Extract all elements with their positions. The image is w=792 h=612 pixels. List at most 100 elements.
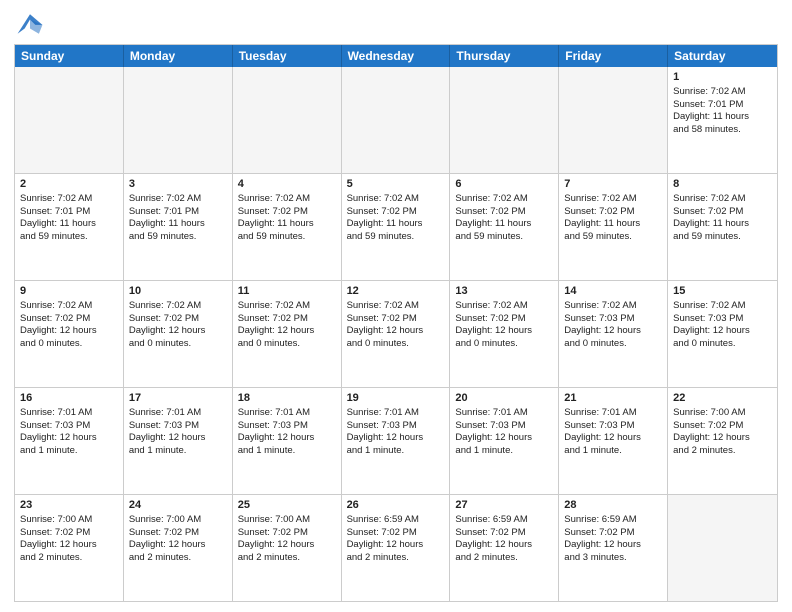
day-info-line: Daylight: 12 hours xyxy=(347,539,445,552)
day-info-line: Daylight: 12 hours xyxy=(455,539,553,552)
day-cell-8: 8Sunrise: 7:02 AMSunset: 7:02 PMDaylight… xyxy=(668,174,777,280)
day-info-line: Sunset: 7:02 PM xyxy=(673,206,772,219)
day-info-line: Sunrise: 7:02 AM xyxy=(238,193,336,206)
calendar-header: SundayMondayTuesdayWednesdayThursdayFrid… xyxy=(15,45,777,67)
day-info-line: Sunrise: 7:02 AM xyxy=(673,193,772,206)
day-cell-3: 3Sunrise: 7:02 AMSunset: 7:01 PMDaylight… xyxy=(124,174,233,280)
day-cell-10: 10Sunrise: 7:02 AMSunset: 7:02 PMDayligh… xyxy=(124,281,233,387)
day-number: 28 xyxy=(564,498,662,513)
day-info-line: Sunrise: 7:02 AM xyxy=(129,300,227,313)
day-info-line: Sunrise: 6:59 AM xyxy=(455,514,553,527)
weekday-header-wednesday: Wednesday xyxy=(342,45,451,67)
day-info-line: Daylight: 11 hours xyxy=(20,218,118,231)
day-info-line: Sunrise: 7:02 AM xyxy=(347,193,445,206)
day-info-line: Sunrise: 7:02 AM xyxy=(129,193,227,206)
day-info-line: Sunrise: 7:00 AM xyxy=(673,407,772,420)
day-info-line: Sunset: 7:02 PM xyxy=(673,420,772,433)
day-info-line: Sunrise: 7:02 AM xyxy=(455,300,553,313)
day-cell-17: 17Sunrise: 7:01 AMSunset: 7:03 PMDayligh… xyxy=(124,388,233,494)
day-info-line: Daylight: 11 hours xyxy=(673,218,772,231)
day-info-line: and 0 minutes. xyxy=(129,338,227,351)
day-info-line: Sunrise: 7:01 AM xyxy=(238,407,336,420)
day-info-line: Sunset: 7:03 PM xyxy=(20,420,118,433)
day-info-line: Daylight: 12 hours xyxy=(238,325,336,338)
empty-cell xyxy=(233,67,342,173)
day-info-line: Sunset: 7:02 PM xyxy=(347,206,445,219)
day-cell-12: 12Sunrise: 7:02 AMSunset: 7:02 PMDayligh… xyxy=(342,281,451,387)
day-number: 3 xyxy=(129,177,227,192)
day-info-line: Daylight: 12 hours xyxy=(347,432,445,445)
day-info-line: and 0 minutes. xyxy=(564,338,662,351)
day-info-line: Sunrise: 7:02 AM xyxy=(20,193,118,206)
day-info-line: Sunrise: 7:00 AM xyxy=(129,514,227,527)
day-number: 7 xyxy=(564,177,662,192)
day-number: 25 xyxy=(238,498,336,513)
weekday-header-tuesday: Tuesday xyxy=(233,45,342,67)
day-info-line: and 59 minutes. xyxy=(129,231,227,244)
day-cell-25: 25Sunrise: 7:00 AMSunset: 7:02 PMDayligh… xyxy=(233,495,342,601)
weekday-header-friday: Friday xyxy=(559,45,668,67)
day-info-line: and 2 minutes. xyxy=(20,552,118,565)
day-number: 6 xyxy=(455,177,553,192)
day-info-line: Sunrise: 7:02 AM xyxy=(347,300,445,313)
day-info-line: and 59 minutes. xyxy=(564,231,662,244)
day-number: 8 xyxy=(673,177,772,192)
day-number: 20 xyxy=(455,391,553,406)
week-row-5: 23Sunrise: 7:00 AMSunset: 7:02 PMDayligh… xyxy=(15,494,777,601)
day-info-line: and 2 minutes. xyxy=(129,552,227,565)
day-number: 12 xyxy=(347,284,445,299)
day-info-line: Sunset: 7:03 PM xyxy=(564,420,662,433)
day-info-line: Sunset: 7:03 PM xyxy=(238,420,336,433)
day-cell-4: 4Sunrise: 7:02 AMSunset: 7:02 PMDaylight… xyxy=(233,174,342,280)
day-info-line: Sunrise: 7:02 AM xyxy=(673,300,772,313)
day-info-line: Daylight: 11 hours xyxy=(347,218,445,231)
day-info-line: Daylight: 12 hours xyxy=(564,539,662,552)
day-info-line: Sunrise: 7:02 AM xyxy=(564,300,662,313)
day-info-line: Daylight: 12 hours xyxy=(20,539,118,552)
day-info-line: Daylight: 11 hours xyxy=(455,218,553,231)
day-info-line: Sunset: 7:01 PM xyxy=(20,206,118,219)
day-info-line: and 0 minutes. xyxy=(455,338,553,351)
day-cell-14: 14Sunrise: 7:02 AMSunset: 7:03 PMDayligh… xyxy=(559,281,668,387)
day-info-line: Daylight: 11 hours xyxy=(564,218,662,231)
day-number: 26 xyxy=(347,498,445,513)
day-cell-22: 22Sunrise: 7:00 AMSunset: 7:02 PMDayligh… xyxy=(668,388,777,494)
week-row-1: 1Sunrise: 7:02 AMSunset: 7:01 PMDaylight… xyxy=(15,67,777,173)
day-cell-28: 28Sunrise: 6:59 AMSunset: 7:02 PMDayligh… xyxy=(559,495,668,601)
day-number: 22 xyxy=(673,391,772,406)
day-info-line: Sunrise: 7:00 AM xyxy=(20,514,118,527)
day-cell-20: 20Sunrise: 7:01 AMSunset: 7:03 PMDayligh… xyxy=(450,388,559,494)
day-info-line: and 59 minutes. xyxy=(238,231,336,244)
day-number: 16 xyxy=(20,391,118,406)
day-number: 13 xyxy=(455,284,553,299)
day-info-line: Sunset: 7:03 PM xyxy=(673,313,772,326)
day-info-line: Sunset: 7:02 PM xyxy=(20,313,118,326)
day-info-line: Sunset: 7:01 PM xyxy=(673,99,772,112)
day-info-line: and 1 minute. xyxy=(564,445,662,458)
day-info-line: Daylight: 12 hours xyxy=(20,432,118,445)
week-row-2: 2Sunrise: 7:02 AMSunset: 7:01 PMDaylight… xyxy=(15,173,777,280)
empty-cell xyxy=(342,67,451,173)
logo-icon xyxy=(14,10,46,38)
day-info-line: Daylight: 12 hours xyxy=(129,539,227,552)
day-number: 2 xyxy=(20,177,118,192)
day-info-line: Sunrise: 7:02 AM xyxy=(238,300,336,313)
day-number: 15 xyxy=(673,284,772,299)
day-number: 23 xyxy=(20,498,118,513)
weekday-header-thursday: Thursday xyxy=(450,45,559,67)
day-cell-2: 2Sunrise: 7:02 AMSunset: 7:01 PMDaylight… xyxy=(15,174,124,280)
calendar: SundayMondayTuesdayWednesdayThursdayFrid… xyxy=(14,44,778,602)
day-info-line: Daylight: 11 hours xyxy=(129,218,227,231)
day-info-line: Sunrise: 7:01 AM xyxy=(20,407,118,420)
day-number: 5 xyxy=(347,177,445,192)
day-info-line: Daylight: 11 hours xyxy=(238,218,336,231)
day-number: 21 xyxy=(564,391,662,406)
day-number: 24 xyxy=(129,498,227,513)
day-info-line: Sunset: 7:02 PM xyxy=(564,527,662,540)
day-cell-24: 24Sunrise: 7:00 AMSunset: 7:02 PMDayligh… xyxy=(124,495,233,601)
day-info-line: Sunrise: 7:02 AM xyxy=(20,300,118,313)
day-info-line: Sunset: 7:02 PM xyxy=(347,527,445,540)
day-number: 17 xyxy=(129,391,227,406)
day-info-line: and 0 minutes. xyxy=(673,338,772,351)
day-number: 9 xyxy=(20,284,118,299)
